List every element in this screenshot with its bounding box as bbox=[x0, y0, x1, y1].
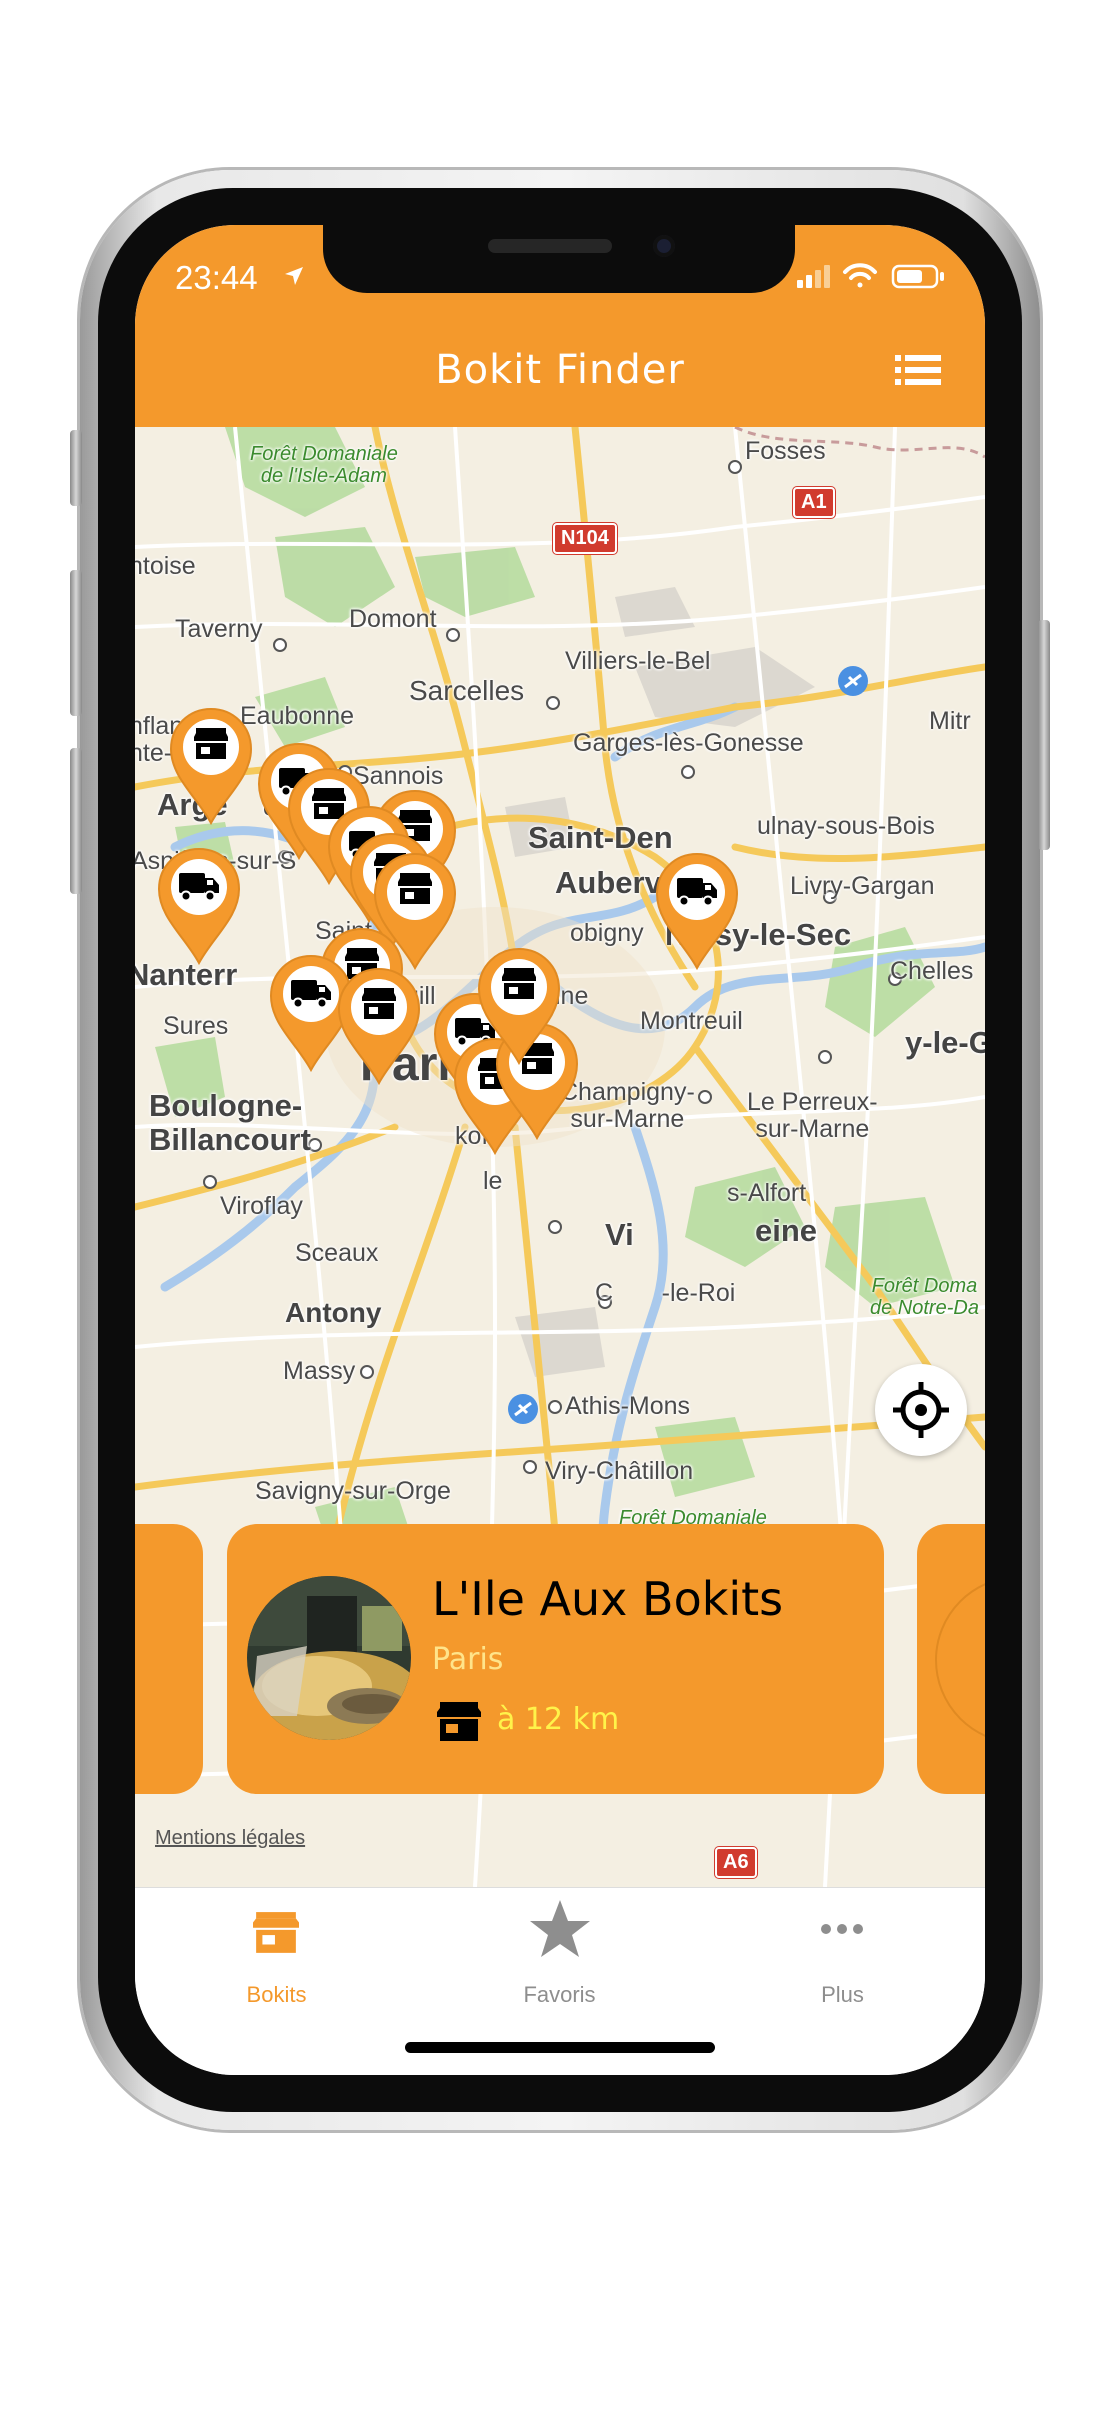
bokit-name: L'Ile Aux Bokits bbox=[432, 1572, 784, 1626]
map-label: obigny bbox=[570, 919, 644, 947]
shop-icon bbox=[253, 1912, 299, 1953]
card-previous[interactable] bbox=[135, 1524, 203, 1794]
silent-switch bbox=[70, 430, 82, 506]
locate-me-button[interactable] bbox=[875, 1364, 967, 1456]
shop-icon bbox=[398, 873, 432, 904]
map-label: ntoise bbox=[135, 552, 196, 580]
shop-pin[interactable] bbox=[335, 967, 423, 1085]
status-time: 23:44 bbox=[175, 259, 258, 296]
road-shield-n104: N104 bbox=[553, 523, 617, 554]
map-label: Forêt Doma de Notre-Da bbox=[870, 1275, 979, 1319]
map-label: Viry-Châtillon bbox=[545, 1457, 694, 1485]
map-label: Taverny bbox=[175, 615, 263, 643]
tab-plus[interactable]: Plus bbox=[701, 1888, 984, 2028]
map-label: Chelles bbox=[890, 957, 974, 985]
map-label: Sceaux bbox=[295, 1239, 379, 1267]
map-label: Livry-Gargan bbox=[790, 872, 935, 900]
power-button bbox=[1038, 620, 1050, 850]
volume-up-button bbox=[70, 570, 82, 716]
home-indicator bbox=[405, 2042, 715, 2053]
map-label: Boulogne- Billancourt bbox=[149, 1088, 311, 1157]
shop-icon bbox=[194, 728, 228, 759]
shop-icon bbox=[362, 988, 396, 1019]
food-truck-pin[interactable] bbox=[653, 852, 741, 970]
map-label: Vi bbox=[605, 1217, 634, 1252]
tab-favoris[interactable]: Favoris bbox=[418, 1888, 701, 2028]
next-card-thumb bbox=[935, 1576, 985, 1744]
status-icons bbox=[797, 263, 944, 289]
map-label: Garges-lès-Gonesse bbox=[573, 729, 804, 757]
tab-label: Favoris bbox=[523, 1982, 596, 2007]
map-label: Sarcelles bbox=[409, 675, 525, 706]
map-label: y-le-G bbox=[905, 1025, 985, 1060]
road-shield-a1: A1 bbox=[793, 487, 835, 518]
speaker bbox=[488, 239, 612, 253]
map-label: s-Alfort bbox=[727, 1179, 807, 1207]
bokit-photo bbox=[247, 1576, 411, 1740]
location-arrow-icon bbox=[285, 267, 303, 285]
more-icon bbox=[821, 1924, 863, 1934]
tab-label: Plus bbox=[821, 1982, 864, 2007]
map-label: Viroflay bbox=[220, 1192, 303, 1220]
tab-label: Bokits bbox=[246, 1982, 307, 2007]
shop-icon bbox=[502, 968, 536, 999]
food-truck-pin[interactable] bbox=[155, 847, 243, 965]
map-label: le bbox=[483, 1167, 503, 1195]
map-label: eine bbox=[755, 1213, 818, 1248]
volume-down-button bbox=[70, 748, 82, 894]
shop-icon bbox=[437, 1702, 481, 1741]
map-label: Eaubonne bbox=[240, 702, 355, 730]
app-title: Bokit Finder bbox=[435, 347, 685, 393]
map-label: Le Perreux- sur-Marne bbox=[747, 1088, 878, 1143]
shop-pin[interactable] bbox=[167, 707, 255, 825]
map-label: Mitr bbox=[929, 707, 971, 735]
map-label: Fosses bbox=[745, 437, 826, 465]
map-label: Forêt Domaniale de l'Isle-Adam bbox=[250, 443, 398, 487]
wifi-icon bbox=[843, 263, 877, 288]
map-label: Villiers-le-Bel bbox=[565, 647, 711, 675]
crosshair-icon bbox=[893, 1382, 949, 1438]
map-label: Savigny-sur-Orge bbox=[255, 1477, 451, 1505]
map-label: Massy bbox=[283, 1357, 356, 1385]
notch bbox=[323, 225, 795, 293]
list-icon[interactable] bbox=[895, 355, 941, 385]
card-next[interactable] bbox=[917, 1524, 985, 1794]
screen: 23:44 Bokit Finder Forêt Domaniale de l'… bbox=[135, 225, 985, 2075]
map-label: ulnay-sous-Bois bbox=[757, 812, 935, 840]
star-icon bbox=[530, 1900, 590, 1957]
map-label: Antony bbox=[285, 1297, 382, 1328]
signal-icon bbox=[797, 265, 830, 288]
map-label: Saint-Den bbox=[528, 820, 673, 855]
shop-pin[interactable] bbox=[475, 947, 563, 1065]
map-label: Domont bbox=[349, 605, 437, 633]
battery-icon bbox=[891, 264, 944, 289]
bokit-distance: à 12 km bbox=[497, 1702, 620, 1737]
road-shield-a6: A6 bbox=[715, 1847, 757, 1878]
map-label: Sures bbox=[163, 1012, 229, 1040]
bokit-city: Paris bbox=[432, 1642, 504, 1677]
tab-bokits[interactable]: Bokits bbox=[135, 1888, 418, 2028]
map-label: Montreuil bbox=[640, 1007, 743, 1035]
map-label: C -le-Roi bbox=[595, 1279, 736, 1307]
legal-link[interactable]: Mentions légales bbox=[155, 1827, 305, 1850]
front-camera bbox=[653, 235, 675, 257]
bokit-card[interactable]: L'Ile Aux Bokits Paris à 12 km bbox=[227, 1524, 884, 1794]
map-view[interactable]: Forêt Domaniale de l'Isle-Adam Fosses nt… bbox=[135, 427, 985, 1887]
map-label: Athis-Mons bbox=[565, 1392, 691, 1420]
